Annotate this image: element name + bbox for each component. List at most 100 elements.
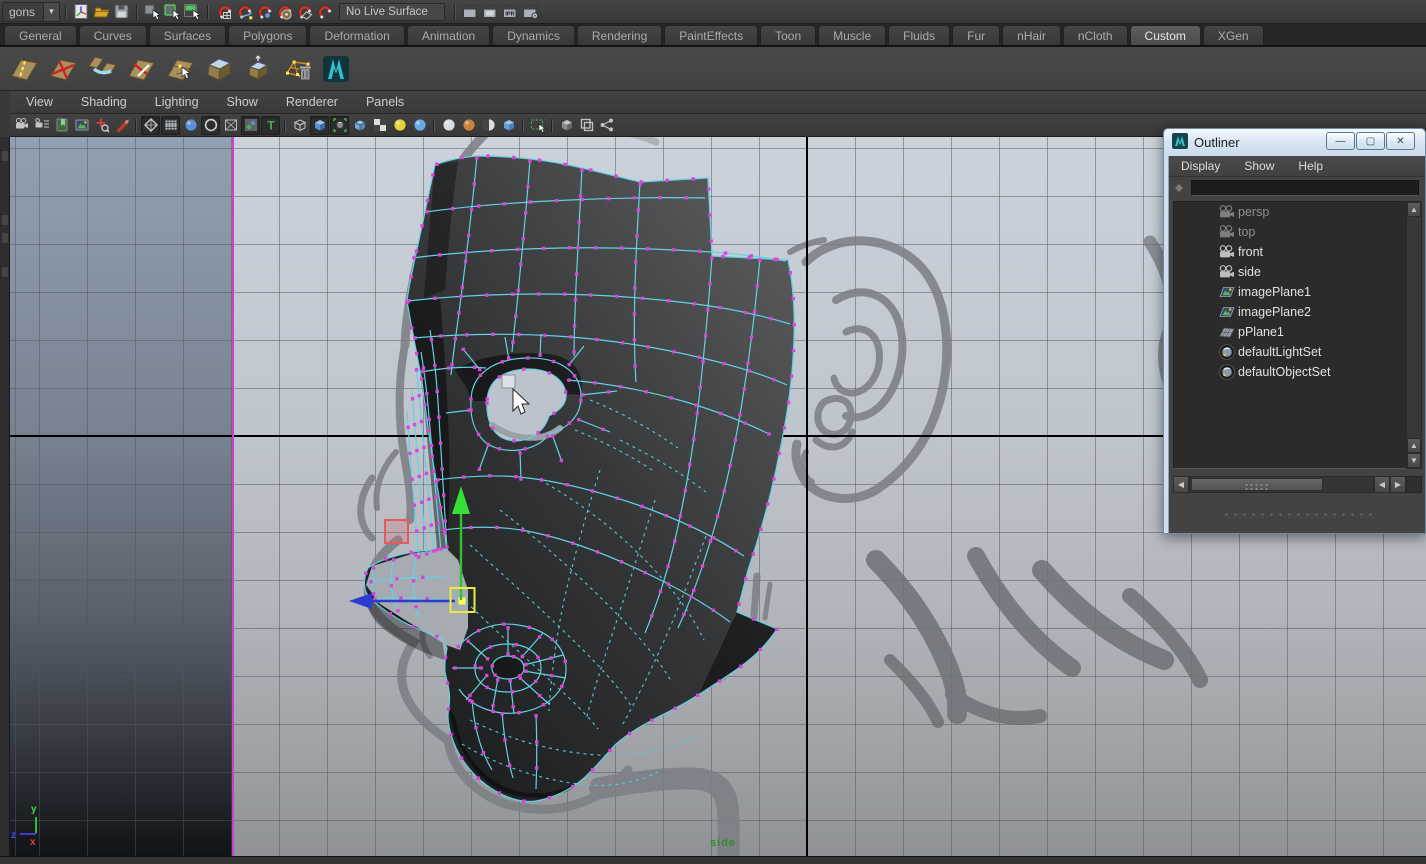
outliner-vertical-scrollbar[interactable]: ▲ ▲ ▼ — [1406, 201, 1422, 469]
scroll-left-icon[interactable]: ◀ — [1374, 476, 1390, 493]
panel-menu-shading[interactable]: Shading — [67, 95, 141, 109]
menu-set-dropdown[interactable]: gons ▼ — [2, 2, 60, 22]
isolate-select-icon[interactable] — [557, 116, 576, 135]
minimize-button[interactable]: — — [1326, 132, 1355, 150]
ipr-render-icon[interactable]: IPR — [500, 2, 520, 22]
tab-dynamics[interactable]: Dynamics — [492, 25, 575, 45]
texture-view-icon[interactable]: T — [261, 116, 280, 135]
wireframe-icon[interactable] — [141, 116, 160, 135]
panel-menu-lighting[interactable]: Lighting — [141, 95, 213, 109]
split-polygon-icon[interactable] — [45, 51, 81, 87]
outliner-menu-help[interactable]: Help — [1286, 159, 1335, 173]
tab-nhair[interactable]: nHair — [1002, 25, 1061, 45]
save-scene-icon[interactable] — [111, 2, 131, 22]
scroll-right-icon[interactable]: ▶ — [1390, 476, 1406, 493]
outliner-item-defaultObjectSet[interactable]: defaultObjectSet — [1174, 362, 1408, 382]
tab-deformation[interactable]: Deformation — [309, 25, 404, 45]
outliner-item-top[interactable]: top — [1174, 222, 1408, 242]
merge-edge-icon[interactable] — [123, 51, 159, 87]
outliner-item-persp[interactable]: persp — [1174, 202, 1408, 222]
wire-cube-icon[interactable] — [290, 116, 309, 135]
maximize-button[interactable]: ▢ — [1356, 132, 1385, 150]
select-component-icon[interactable] — [182, 2, 202, 22]
new-scene-icon[interactable] — [71, 2, 91, 22]
smooth-shade-icon[interactable] — [181, 116, 200, 135]
bevel-icon[interactable] — [201, 51, 237, 87]
make-live-icon[interactable] — [313, 2, 333, 22]
tab-toon[interactable]: Toon — [760, 25, 816, 45]
flat-shade-icon[interactable] — [201, 116, 220, 135]
outliner-item-imagePlane2[interactable]: imagePlane2 — [1174, 302, 1408, 322]
grease-pencil-icon[interactable] — [112, 116, 131, 135]
marquee-select-icon[interactable] — [528, 116, 547, 135]
share-view-icon[interactable] — [597, 116, 616, 135]
tab-animation[interactable]: Animation — [407, 25, 490, 45]
tab-fur[interactable]: Fur — [952, 25, 1000, 45]
panel-menu-renderer[interactable]: Renderer — [272, 95, 352, 109]
half-ball-icon[interactable] — [479, 116, 498, 135]
snap-grid-icon[interactable] — [213, 2, 233, 22]
select-object-icon[interactable] — [162, 2, 182, 22]
outliner-item-defaultLightSet[interactable]: defaultLightSet — [1174, 342, 1408, 362]
outliner-menu-show[interactable]: Show — [1232, 159, 1286, 173]
tab-painteffects[interactable]: PaintEffects — [664, 25, 758, 45]
outliner-item-pPlane1[interactable]: pPlane1 — [1174, 322, 1408, 342]
shadows-ball-icon[interactable] — [439, 116, 458, 135]
outliner-menu-display[interactable]: Display — [1169, 159, 1232, 173]
chevron-down-icon[interactable]: ▼ — [43, 3, 59, 21]
snap-center-icon[interactable] — [273, 2, 293, 22]
bounding-box-icon[interactable] — [221, 116, 240, 135]
resize-grip[interactable] — [1169, 509, 1425, 519]
view-stack-icon[interactable] — [577, 116, 596, 135]
tab-ncloth[interactable]: nCloth — [1063, 25, 1128, 45]
tab-fluids[interactable]: Fluids — [888, 25, 950, 45]
tab-polygons[interactable]: Polygons — [228, 25, 307, 45]
wire-on-shaded-cube-icon[interactable] — [350, 116, 369, 135]
use-default-material-icon[interactable] — [370, 116, 389, 135]
camera-attributes-icon[interactable] — [32, 116, 51, 135]
textured-cube-icon[interactable] — [330, 116, 349, 135]
open-scene-icon[interactable] — [91, 2, 111, 22]
bridge-icon[interactable] — [84, 51, 120, 87]
outliner-search-input[interactable] — [1191, 180, 1419, 196]
tab-surfaces[interactable]: Surfaces — [149, 25, 226, 45]
snap-plane-icon[interactable] — [293, 2, 313, 22]
outliner-item-side[interactable]: side — [1174, 262, 1408, 282]
lighting-all-icon[interactable] — [390, 116, 409, 135]
pan-zoom-icon[interactable] — [92, 116, 111, 135]
render-view-icon[interactable] — [460, 2, 480, 22]
live-surface-field[interactable]: No Live Surface — [339, 3, 445, 21]
outliner-window[interactable]: Outliner — ▢ ✕ DisplayShowHelp persptopf… — [1163, 128, 1426, 534]
render-current-frame-icon[interactable] — [480, 2, 500, 22]
maya-logo-icon[interactable] — [318, 51, 354, 87]
panel-menu-show[interactable]: Show — [213, 95, 272, 109]
scrollbar-thumb[interactable] — [1191, 478, 1323, 491]
lighting-active-icon[interactable] — [410, 116, 429, 135]
tab-rendering[interactable]: Rendering — [577, 25, 662, 45]
panel-menu-panels[interactable]: Panels — [352, 95, 418, 109]
tab-muscle[interactable]: Muscle — [818, 25, 886, 45]
scroll-down-icon[interactable]: ▼ — [1407, 453, 1421, 468]
close-button[interactable]: ✕ — [1386, 132, 1415, 150]
tab-xgen[interactable]: XGen — [1203, 25, 1264, 45]
tab-curves[interactable]: Curves — [79, 25, 147, 45]
insert-edge-loop-icon[interactable] — [6, 51, 42, 87]
outliner-horizontal-scrollbar[interactable]: ◀ ◀ ▶ — [1173, 476, 1422, 493]
shaded-cube-icon[interactable] — [310, 116, 329, 135]
filter-icon[interactable] — [1173, 181, 1187, 195]
image-plane-icon[interactable] — [72, 116, 91, 135]
render-settings-icon[interactable] — [520, 2, 540, 22]
xray-joints-icon[interactable] — [241, 116, 260, 135]
outliner-item-imagePlane1[interactable]: imagePlane1 — [1174, 282, 1408, 302]
outliner-titlebar[interactable]: Outliner — ▢ ✕ — [1164, 129, 1425, 156]
multisample-cube-icon[interactable] — [499, 116, 518, 135]
select-camera-icon[interactable] — [12, 116, 31, 135]
outliner-item-front[interactable]: front — [1174, 242, 1408, 262]
tab-custom[interactable]: Custom — [1130, 25, 1201, 45]
scroll-up-icon[interactable]: ▲ — [1407, 202, 1421, 217]
occlusion-ball-icon[interactable] — [459, 116, 478, 135]
panel-menu-view[interactable]: View — [10, 95, 67, 109]
delete-component-icon[interactable] — [279, 51, 315, 87]
scroll-left-icon[interactable]: ◀ — [1173, 476, 1189, 493]
select-hierarchy-icon[interactable] — [142, 2, 162, 22]
